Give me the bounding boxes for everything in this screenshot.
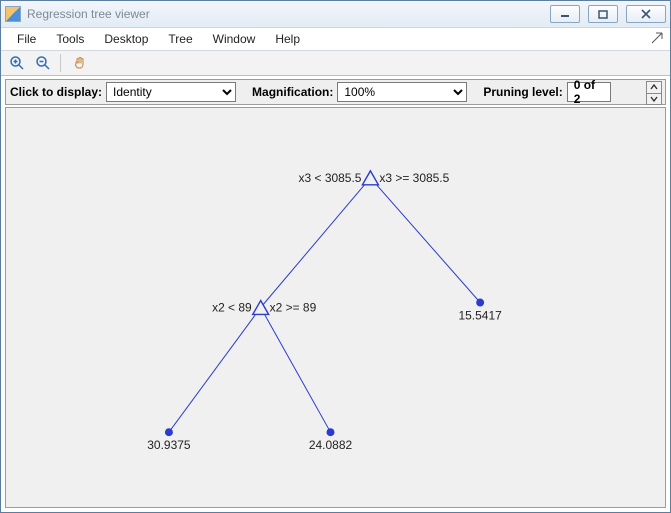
tree-svg: x3 < 3085.5 x3 >= 3085.5 15.5417 x2 < 89… xyxy=(6,108,665,507)
menu-window[interactable]: Window xyxy=(203,30,266,48)
tree-leaf-right[interactable] xyxy=(476,299,484,307)
menubar: File Tools Desktop Tree Window Help xyxy=(1,28,670,51)
menu-file[interactable]: File xyxy=(7,30,46,48)
root-left-condition: x3 < 3085.5 xyxy=(299,171,362,185)
left-split-left-condition: x2 < 89 xyxy=(212,300,252,314)
options-bar: Click to display: Identity Magnification… xyxy=(5,79,666,105)
app-icon xyxy=(5,6,21,22)
zoom-in-button[interactable] xyxy=(5,52,29,74)
titlebar: Regression tree viewer xyxy=(1,1,670,28)
zoom-in-icon xyxy=(9,55,25,71)
toolbar xyxy=(1,51,670,76)
maximize-icon xyxy=(598,10,608,19)
tree-node-left-split[interactable] xyxy=(253,301,269,315)
tree-node-root[interactable] xyxy=(362,171,378,185)
minimize-icon xyxy=(560,10,570,18)
left-split-right-condition: x2 >= 89 xyxy=(270,300,317,314)
hand-icon xyxy=(72,55,88,71)
magnification-select[interactable]: 100% xyxy=(337,82,467,102)
maximize-button[interactable] xyxy=(588,5,618,23)
display-label: Click to display: xyxy=(10,85,102,99)
close-button[interactable] xyxy=(626,5,666,23)
root-right-leaf-value: 15.5417 xyxy=(459,308,503,322)
menu-tools[interactable]: Tools xyxy=(46,30,94,48)
pruning-up-button[interactable] xyxy=(646,81,662,94)
minimize-button[interactable] xyxy=(550,5,580,23)
tree-leaf-left-left[interactable] xyxy=(165,428,173,436)
pruning-down-button[interactable] xyxy=(646,94,662,106)
tree-canvas[interactable]: x3 < 3085.5 x3 >= 3085.5 15.5417 x2 < 89… xyxy=(5,107,666,508)
close-icon xyxy=(640,9,652,19)
toolbar-separator xyxy=(60,54,63,72)
chevron-down-icon xyxy=(650,96,658,102)
pan-button[interactable] xyxy=(68,52,92,74)
zoom-out-icon xyxy=(35,55,51,71)
pruning-level-field: 0 of 2 xyxy=(567,82,611,102)
left-left-leaf-value: 30.9375 xyxy=(147,438,191,452)
menu-help[interactable]: Help xyxy=(265,30,310,48)
dock-arrow-icon[interactable] xyxy=(650,31,664,45)
chevron-up-icon xyxy=(650,84,658,90)
app-window: Regression tree viewer File Tools Deskto… xyxy=(0,0,671,513)
tree-leaf-left-right[interactable] xyxy=(327,428,335,436)
left-right-leaf-value: 24.0882 xyxy=(309,438,353,452)
root-right-condition: x3 >= 3085.5 xyxy=(379,171,449,185)
pruning-stepper xyxy=(646,81,662,105)
magnification-label: Magnification: xyxy=(252,85,333,99)
pruning-label: Pruning level: xyxy=(483,85,562,99)
display-select[interactable]: Identity xyxy=(106,82,236,102)
menu-desktop[interactable]: Desktop xyxy=(94,30,158,48)
menu-tree[interactable]: Tree xyxy=(158,30,202,48)
window-title: Regression tree viewer xyxy=(27,7,150,21)
zoom-out-button[interactable] xyxy=(31,52,55,74)
